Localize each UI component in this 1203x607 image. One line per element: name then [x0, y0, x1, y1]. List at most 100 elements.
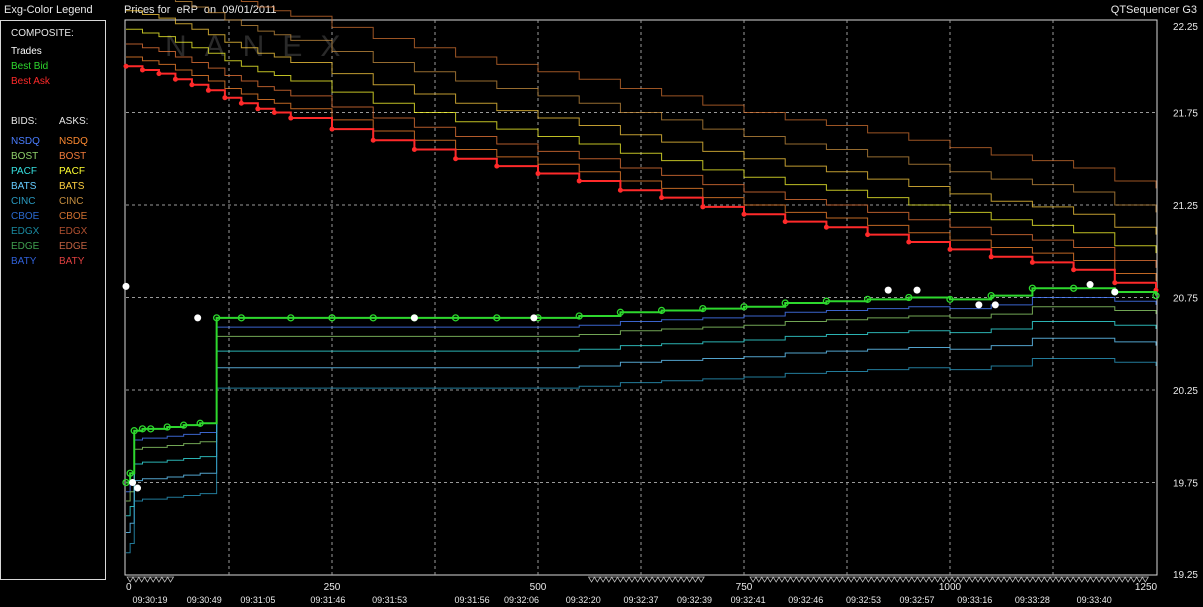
y-tick-label: 20.75: [1173, 294, 1198, 305]
trade-tick-marker: [760, 576, 769, 583]
best-ask-point: [1071, 267, 1077, 273]
time-label: 09:32:41: [731, 595, 766, 605]
time-label: 09:31:05: [240, 595, 275, 605]
x-tick-label: 250: [324, 582, 341, 593]
time-label: 09:32:06: [504, 595, 539, 605]
y-tick-label: 20.25: [1173, 386, 1198, 397]
trade-tick-marker: [858, 576, 867, 583]
trade-tick-marker: [1008, 576, 1017, 583]
trade-tick-marker: [755, 576, 763, 583]
trade-tick-marker: [1031, 576, 1040, 583]
time-label: 09:33:16: [957, 595, 992, 605]
trade-tick-marker: [1066, 576, 1075, 583]
trade-tick-marker: [1026, 576, 1034, 583]
time-label: 09:31:56: [455, 595, 490, 605]
best-ask-point: [123, 63, 129, 69]
best-ask-point: [617, 187, 623, 193]
trade-tick-marker: [645, 576, 653, 583]
trade-tick-marker: [1089, 576, 1098, 583]
trade-tick-marker: [766, 576, 775, 583]
trade-tick-marker: [1118, 576, 1126, 583]
best-ask-point: [865, 232, 871, 238]
trade-point: [1111, 288, 1119, 296]
trade-tick-marker: [605, 576, 613, 583]
trade-point: [530, 314, 538, 322]
trade-point: [884, 286, 892, 294]
time-label: 09:30:49: [187, 595, 222, 605]
best-ask-point: [906, 239, 912, 245]
trade-tick-marker: [980, 576, 988, 583]
trade-tick-marker: [778, 576, 786, 583]
time-label: 09:33:40: [1077, 595, 1112, 605]
trade-tick-marker: [772, 576, 780, 583]
trade-tick-marker: [697, 576, 705, 583]
trade-tick-marker: [622, 576, 630, 583]
x-tick-label: 1000: [939, 582, 962, 593]
trade-point: [1086, 281, 1094, 289]
time-label: 09:33:28: [1015, 595, 1050, 605]
best-ask-point: [156, 71, 162, 77]
trade-tick-marker: [801, 576, 809, 583]
best-ask-point: [172, 76, 178, 82]
trade-tick-marker: [818, 576, 826, 583]
trade-tick-marker: [928, 576, 936, 583]
time-label: 09:31:53: [372, 595, 407, 605]
y-tick-label: 21.25: [1173, 201, 1198, 212]
trade-tick-marker: [668, 576, 677, 583]
trade-tick-marker: [870, 576, 878, 583]
trade-tick-marker: [841, 576, 850, 583]
trade-tick-marker: [155, 576, 163, 583]
trade-tick-marker: [1078, 576, 1086, 583]
trade-tick-marker: [593, 576, 602, 583]
best-ask-point: [370, 137, 376, 143]
best-ask-point: [205, 87, 211, 93]
trade-tick-marker: [680, 576, 688, 583]
trade-tick-marker: [616, 576, 625, 583]
trade-tick-marker: [893, 576, 901, 583]
trade-point: [134, 484, 142, 492]
trade-tick-marker: [1037, 576, 1046, 583]
trade-tick-marker: [997, 576, 1005, 583]
trade-tick-marker: [587, 576, 596, 583]
trade-tick-marker: [1101, 576, 1109, 583]
trade-tick-marker: [662, 576, 671, 583]
best-ask-point: [1029, 259, 1035, 265]
y-tick-label: 22.25: [1173, 22, 1198, 33]
trade-tick-marker: [812, 576, 821, 583]
best-ask-point: [782, 219, 788, 225]
trade-tick-marker: [132, 576, 140, 583]
trade-tick-marker: [783, 576, 792, 583]
best-ask-point: [659, 195, 665, 201]
best-ask-point: [700, 204, 706, 210]
trade-tick-marker: [1014, 576, 1023, 583]
trade-tick-marker: [1106, 576, 1115, 583]
trade-tick-marker: [628, 576, 636, 583]
trade-tick-marker: [887, 576, 896, 583]
time-label: 09:32:39: [677, 595, 712, 605]
y-axis: 22.25 21.75 21.25 20.75 20.25 19.75 19.25: [1173, 22, 1198, 581]
trade-tick-marker: [1055, 576, 1063, 583]
trade-tick-marker: [1124, 576, 1132, 583]
best-ask-point: [823, 224, 829, 230]
trade-tick-marker: [610, 576, 619, 583]
time-label: 09:32:20: [566, 595, 601, 605]
trade-point: [991, 301, 999, 309]
trade-tick-marker: [1072, 576, 1080, 583]
trade-tick-marker: [795, 576, 803, 583]
best-ask-point: [238, 100, 244, 106]
best-ask-point: [453, 156, 459, 162]
x-tick-label: 750: [736, 582, 753, 593]
trade-tick-marker: [651, 576, 659, 583]
best-ask-point: [255, 106, 261, 112]
trade-tick-marker: [916, 576, 925, 583]
trade-tick-marker: [639, 576, 648, 583]
trade-point: [913, 286, 921, 294]
best-ask-point: [411, 147, 417, 152]
trade-tick-marker: [991, 576, 1000, 583]
time-label: 09:31:46: [310, 595, 345, 605]
best-ask-point: [1112, 280, 1118, 286]
best-ask-point: [271, 110, 277, 115]
trade-tick-marker: [962, 576, 971, 583]
best-ask-point: [535, 171, 541, 177]
trade-tick-marker: [1043, 576, 1051, 583]
